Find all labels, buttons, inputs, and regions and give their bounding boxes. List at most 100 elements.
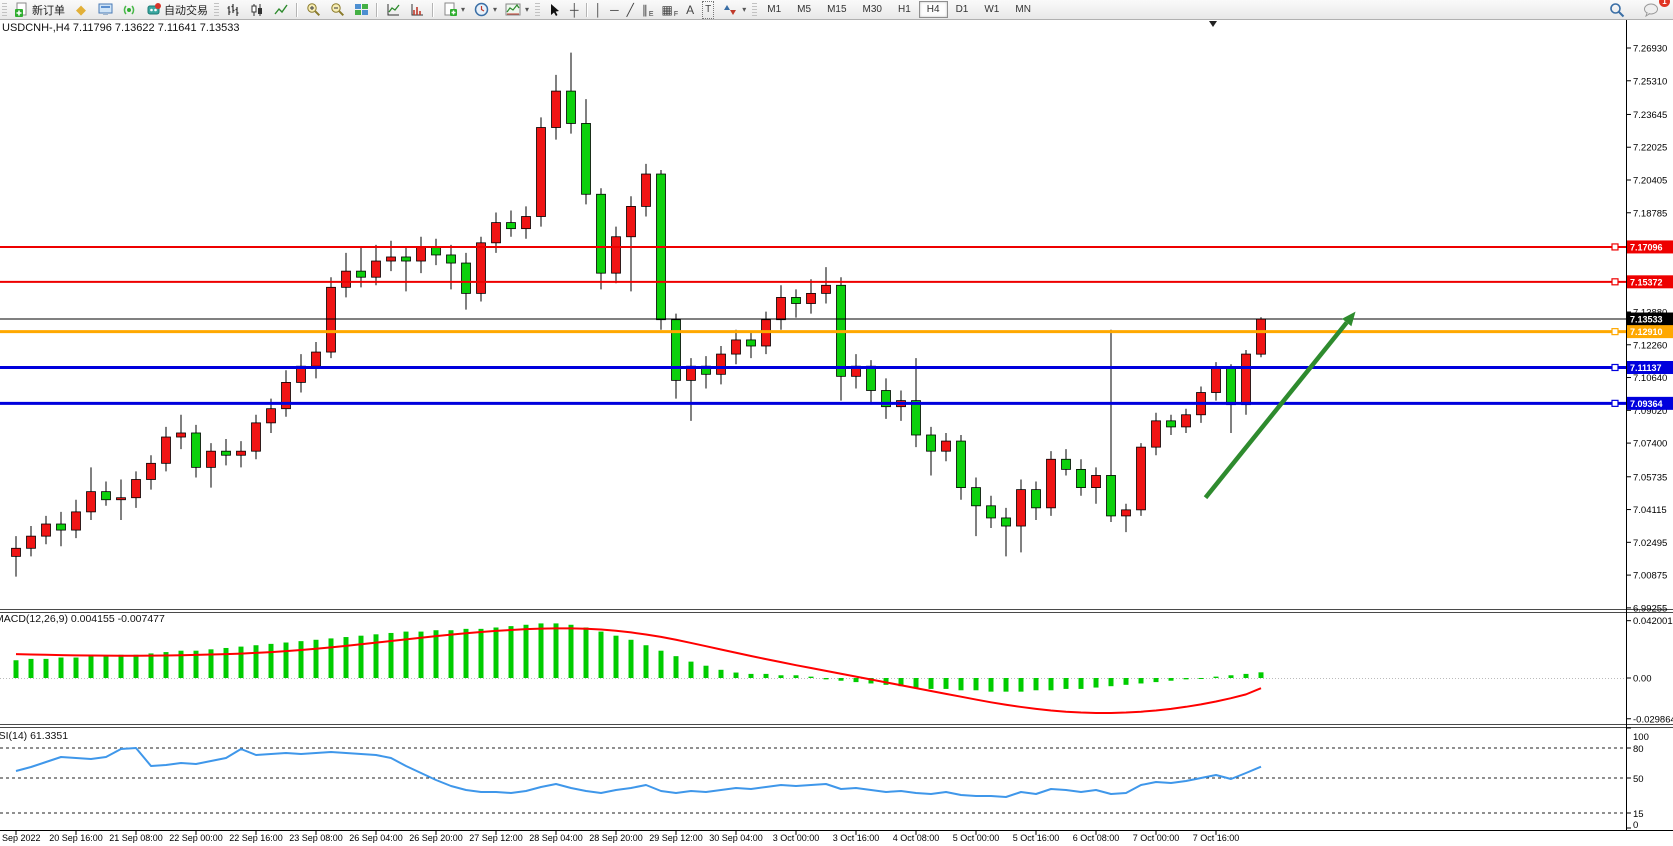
rsi-tick-label: 100 <box>1633 732 1649 743</box>
zoom-in-button[interactable] <box>301 0 325 19</box>
time-axis-label: 7 Oct 00:00 <box>1133 833 1180 843</box>
horizontal-line-button[interactable]: ─ <box>606 0 623 19</box>
text-tool-icon: A <box>686 2 694 18</box>
macd-histogram-bar <box>1169 678 1174 681</box>
candle-body <box>552 91 561 127</box>
candle-body <box>1107 475 1116 515</box>
time-axis-label: 4 Oct 08:00 <box>893 833 940 843</box>
hline-handle[interactable] <box>1612 244 1618 250</box>
candle-body <box>147 463 156 479</box>
vertical-line-button[interactable]: │ <box>591 0 607 19</box>
rsi-tick-label: 15 <box>1633 809 1644 820</box>
label-tool-button[interactable]: T <box>698 0 718 19</box>
trend-arrow-shaft[interactable] <box>1206 322 1347 497</box>
macd-histogram-bar <box>464 629 469 678</box>
auto-trading-button[interactable]: 自动交易 <box>141 0 212 19</box>
candle-body <box>372 261 381 277</box>
trendline-icon: ╱ <box>627 2 634 18</box>
candle-body <box>87 492 96 512</box>
macd-histogram-bar <box>269 644 274 678</box>
candle-body <box>432 247 441 255</box>
macd-histogram-bar <box>284 643 289 678</box>
price-chart[interactable]: 7.269307.253107.236457.220257.204057.187… <box>0 0 1673 846</box>
timeframe-button-M5[interactable]: M5 <box>789 1 819 18</box>
candle-body <box>327 287 336 352</box>
shapes-button[interactable]: ▾ <box>718 0 750 19</box>
macd-histogram-bar <box>1139 678 1144 683</box>
candlestick-chart-button[interactable] <box>245 0 269 19</box>
toolbar-grip <box>2 3 7 17</box>
new-order-button[interactable]: 新订单 <box>9 0 69 19</box>
macd-histogram-bar <box>1184 678 1189 679</box>
candle-body <box>537 128 546 217</box>
candle-body <box>387 257 396 261</box>
candle-body <box>912 401 921 435</box>
candle-body <box>1032 490 1041 508</box>
macd-histogram-bar <box>149 653 154 678</box>
chat-icon <box>1643 2 1659 18</box>
candle-body <box>957 441 966 488</box>
timeframe-button-M1[interactable]: M1 <box>759 1 789 18</box>
price-tick-label: 7.20405 <box>1633 176 1667 187</box>
macd-histogram-bar <box>329 638 334 678</box>
timeframe-button-W1[interactable]: W1 <box>976 1 1007 18</box>
cursor-button[interactable] <box>542 0 566 19</box>
text-tool-button[interactable]: A <box>682 0 698 19</box>
profiles-button[interactable]: ◆ <box>69 0 93 19</box>
candle-body <box>807 293 816 303</box>
candle-body <box>207 451 216 467</box>
candle-body <box>747 340 756 346</box>
market-watch-icon <box>97 2 113 18</box>
macd-histogram-bar <box>809 677 814 678</box>
macd-histogram-bar <box>749 674 754 678</box>
candle-body <box>1017 490 1026 526</box>
macd-histogram-bar <box>689 662 694 678</box>
chart-shift-marker[interactable] <box>1209 21 1217 27</box>
tile-windows-button[interactable] <box>349 0 373 19</box>
candle-body <box>822 285 831 293</box>
candle-body <box>1092 475 1101 487</box>
trendline-button[interactable]: ╱ <box>623 0 638 19</box>
line-chart-button[interactable] <box>269 0 293 19</box>
bar-chart-button[interactable] <box>221 0 245 19</box>
macd-histogram-bar <box>1094 678 1099 688</box>
timeframe-button-M30[interactable]: M30 <box>855 1 890 18</box>
timeframe-button-H4[interactable]: H4 <box>919 1 948 18</box>
crosshair-button[interactable]: ┼ <box>566 0 583 19</box>
time-axis-label: 3 Oct 00:00 <box>773 833 820 843</box>
hline-handle[interactable] <box>1612 400 1618 406</box>
horizontal-line-icon: ─ <box>610 2 619 18</box>
price-tick-label: 7.26930 <box>1633 44 1667 55</box>
price-tick-label: 7.18785 <box>1633 208 1667 219</box>
macd-histogram-bar <box>374 634 379 678</box>
timeframe-button-M15[interactable]: M15 <box>819 1 854 18</box>
macd-histogram-bar <box>134 655 139 678</box>
vertical-line-icon: │ <box>595 2 603 18</box>
fibonacci-button[interactable]: ▦ F <box>657 0 682 19</box>
timeframe-button-D1[interactable]: D1 <box>948 1 977 18</box>
signals-button[interactable] <box>117 0 141 19</box>
macd-histogram-bar <box>1214 677 1219 678</box>
search-button[interactable] <box>1605 0 1629 19</box>
market-watch-button[interactable] <box>93 0 117 19</box>
hline-handle[interactable] <box>1612 364 1618 370</box>
candle-body <box>732 340 741 354</box>
hline-handle[interactable] <box>1612 329 1618 335</box>
candle-body <box>402 257 411 261</box>
macd-histogram-bar <box>704 666 709 678</box>
hline-handle[interactable] <box>1612 279 1618 285</box>
template-button[interactable]: ▾ <box>501 0 533 19</box>
time-axis-label: 27 Sep 12:00 <box>469 833 523 843</box>
indicator-window-button[interactable] <box>381 0 405 19</box>
timeframe-button-MN[interactable]: MN <box>1007 1 1039 18</box>
line-chart-icon <box>273 2 289 18</box>
candle-body <box>1077 469 1086 487</box>
notifications-button[interactable]: 1 <box>1639 0 1663 19</box>
indicator-list-button[interactable] <box>405 0 429 19</box>
zoom-out-button[interactable] <box>325 0 349 19</box>
clock-icon <box>473 2 489 18</box>
timeframe-button-H1[interactable]: H1 <box>890 1 919 18</box>
period-button[interactable]: ▾ <box>469 0 501 19</box>
add-indicator-button[interactable]: ▾ <box>437 0 469 19</box>
channel-button[interactable]: ∥ E <box>638 0 658 19</box>
